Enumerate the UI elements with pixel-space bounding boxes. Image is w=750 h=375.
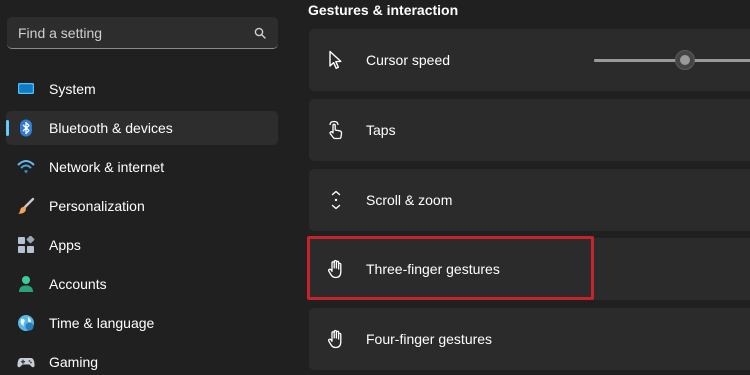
card-label: Four-finger gestures <box>366 331 493 347</box>
sidebar-item-accounts[interactable]: Accounts <box>6 267 278 301</box>
cursor-speed-slider-fill <box>594 59 685 62</box>
card-taps[interactable]: Taps <box>309 99 750 161</box>
sidebar-item-network-internet[interactable]: Network & internet <box>6 150 278 184</box>
sidebar-item-label: Personalization <box>49 198 145 214</box>
sidebar-item-label: Network & internet <box>49 159 165 175</box>
sidebar-item-label: Accounts <box>49 276 107 292</box>
selection-indicator <box>6 120 9 136</box>
cursor-speed-slider-thumb[interactable] <box>674 50 695 70</box>
sidebar-item-bluetooth-devices[interactable]: Bluetooth & devices <box>6 111 278 145</box>
gamepad-icon <box>17 353 35 371</box>
tap-icon <box>326 120 346 140</box>
card-label: Cursor speed <box>366 52 451 68</box>
brush-icon <box>17 197 35 215</box>
sidebar-item-apps[interactable]: Apps <box>6 228 278 262</box>
search-box[interactable]: Find a setting <box>7 17 278 49</box>
sidebar-item-label: Apps <box>49 237 81 253</box>
sidebar-item-label: System <box>49 81 96 97</box>
card-label: Scroll & zoom <box>366 192 453 208</box>
highlight-box <box>307 236 594 300</box>
person-icon <box>17 275 35 293</box>
card-cursor-speed[interactable]: Cursor speed <box>309 29 750 91</box>
scroll-icon <box>326 190 346 210</box>
sidebar-item-label: Gaming <box>49 354 99 370</box>
search-icon[interactable] <box>254 27 266 39</box>
wifi-icon <box>17 158 35 176</box>
monitor-icon <box>17 80 35 98</box>
sidebar-item-time-language[interactable]: Time & language <box>6 306 278 340</box>
section-title: Gestures & interaction <box>308 2 459 18</box>
search-input[interactable]: Find a setting <box>18 25 102 41</box>
card-scroll-zoom[interactable]: Scroll & zoom <box>309 169 750 231</box>
card-four-finger-gestures[interactable]: Four-finger gestures <box>309 308 750 370</box>
sidebar: Find a setting System Bluetooth & device… <box>0 0 290 375</box>
cursor-icon <box>326 50 346 70</box>
card-label: Taps <box>366 122 396 138</box>
apps-icon <box>17 236 35 254</box>
sidebar-item-label: Time & language <box>49 315 155 331</box>
sidebar-item-personalization[interactable]: Personalization <box>6 189 278 223</box>
hand-icon <box>326 329 346 349</box>
sidebar-item-label: Bluetooth & devices <box>49 120 173 136</box>
bluetooth-icon <box>17 119 35 137</box>
globe-icon <box>17 314 35 332</box>
sidebar-item-gaming[interactable]: Gaming <box>6 345 278 375</box>
sidebar-item-system[interactable]: System <box>6 72 278 106</box>
